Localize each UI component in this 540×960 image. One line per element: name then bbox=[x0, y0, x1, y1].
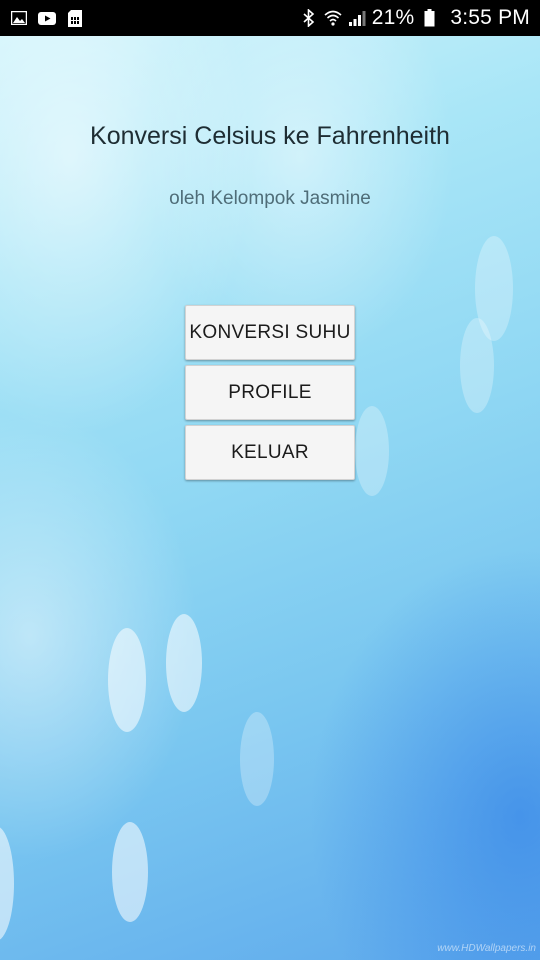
battery-icon bbox=[420, 9, 438, 27]
clock: 3:55 PM bbox=[450, 6, 530, 29]
keluar-button[interactable]: KELUAR bbox=[185, 425, 355, 480]
bluetooth-icon bbox=[300, 9, 318, 27]
gallery-icon bbox=[10, 9, 28, 27]
konversi-suhu-button[interactable]: KONVERSI SUHU bbox=[185, 305, 355, 360]
page-title: Konversi Celsius ke Fahrenheith bbox=[90, 122, 450, 150]
system-status: 21% 3:55 PM bbox=[300, 6, 530, 30]
bokeh-light bbox=[112, 822, 148, 922]
wallpaper-watermark: www.HDWallpapers.in bbox=[437, 943, 536, 954]
battery-percent: 21% bbox=[371, 6, 415, 29]
status-bar: 21% 3:55 PM bbox=[0, 0, 540, 36]
bokeh-light bbox=[166, 614, 202, 712]
notification-icons bbox=[10, 9, 84, 27]
page-subtitle: oleh Kelompok Jasmine bbox=[169, 188, 371, 209]
app-screen: Konversi Celsius ke Fahrenheith oleh Kel… bbox=[0, 36, 540, 960]
bokeh-light bbox=[460, 318, 494, 413]
bokeh-light bbox=[108, 628, 146, 732]
bokeh-light bbox=[240, 712, 274, 806]
bokeh-light bbox=[0, 826, 14, 941]
wifi-icon bbox=[324, 9, 342, 27]
bokeh-light bbox=[355, 406, 389, 496]
youtube-icon bbox=[38, 9, 56, 27]
sim-card-icon bbox=[66, 9, 84, 27]
signal-icon bbox=[348, 9, 366, 27]
profile-button[interactable]: PROFILE bbox=[185, 365, 355, 420]
